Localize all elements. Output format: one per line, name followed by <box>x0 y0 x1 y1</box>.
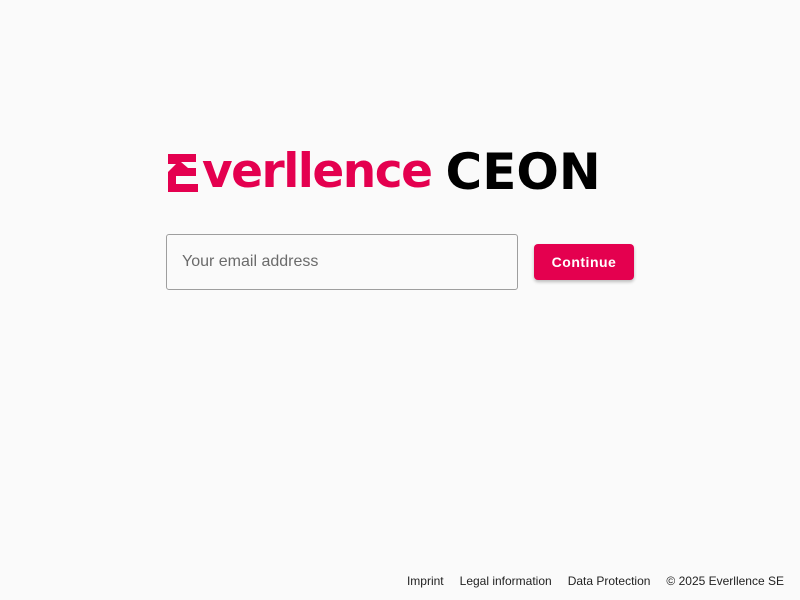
login-page: verllence CEON Continue Imprint Legal in… <box>0 0 800 600</box>
everllence-wordmark: verllence <box>166 140 433 204</box>
copyright-text: © 2025 Everllence SE <box>666 574 784 588</box>
brand-name-text: verllence <box>202 144 433 199</box>
continue-button[interactable]: Continue <box>534 244 634 280</box>
brand-e-mark-icon <box>168 154 198 192</box>
imprint-link[interactable]: Imprint <box>407 574 444 588</box>
app-logo: verllence CEON <box>166 140 601 204</box>
data-protection-link[interactable]: Data Protection <box>568 574 651 588</box>
product-name: CEON <box>445 143 601 201</box>
legal-information-link[interactable]: Legal information <box>460 574 552 588</box>
email-input[interactable] <box>166 234 518 290</box>
footer: Imprint Legal information Data Protectio… <box>407 574 784 588</box>
